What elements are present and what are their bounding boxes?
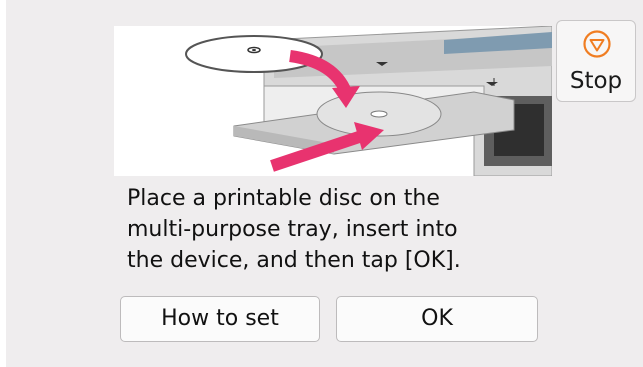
how-to-set-button[interactable]: How to set bbox=[120, 296, 320, 342]
stop-button-label: Stop bbox=[569, 68, 623, 94]
instruction-message: Place a printable disc on the multi-purp… bbox=[127, 186, 461, 273]
stop-button[interactable]: Stop bbox=[556, 20, 636, 102]
stop-icon bbox=[583, 30, 611, 58]
disc-tray-illustration bbox=[114, 26, 552, 176]
ok-button[interactable]: OK bbox=[336, 296, 538, 342]
disc-print-screen: Stop Place a printable disc on the multi… bbox=[6, 0, 643, 367]
